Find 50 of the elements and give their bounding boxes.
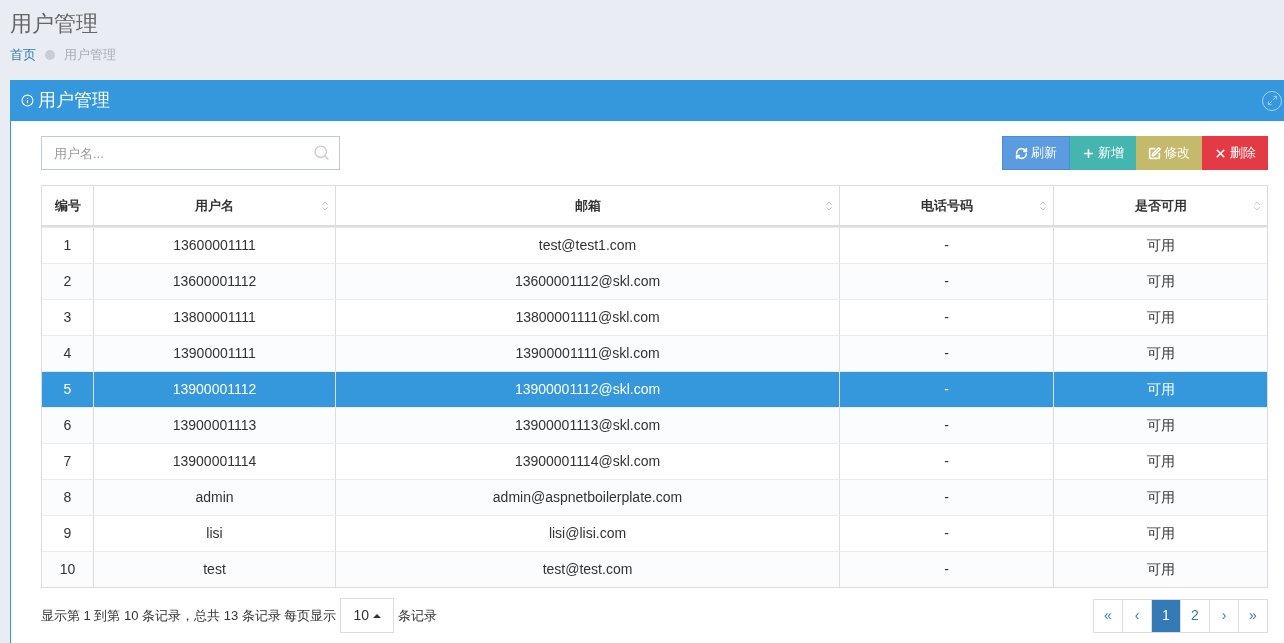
table-cell: -	[839, 552, 1053, 587]
close-icon	[1214, 146, 1227, 160]
column-header[interactable]: 用户名	[93, 186, 335, 225]
page-button[interactable]: ‹	[1122, 598, 1152, 633]
page-title: 用户管理	[10, 10, 98, 38]
table-row[interactable]: 2 13600001112 13600001112@skl.com - 可用	[42, 263, 1267, 299]
table-row[interactable]: 7 13900001114 13900001114@skl.com - 可用	[42, 443, 1267, 479]
page-size-dropdown[interactable]: 10	[340, 598, 394, 633]
table-cell-text: 3	[62, 308, 73, 327]
page-button[interactable]: »	[1238, 598, 1268, 633]
table-row[interactable]: 9 lisi lisi@lisi.com - 可用	[42, 515, 1267, 551]
search-icon	[313, 144, 330, 161]
table-row[interactable]: 10 test test@test.com - 可用	[42, 551, 1267, 587]
table-cell-text: 4	[62, 344, 73, 363]
table-cell-text: 2	[62, 272, 73, 291]
table-cell-text: 10	[58, 560, 77, 579]
table-row[interactable]: 4 13900001111 13900001111@skl.com - 可用	[42, 335, 1267, 371]
caret-icon	[373, 613, 381, 618]
refresh-icon	[1015, 146, 1028, 160]
table-cell-text: 6	[62, 416, 73, 435]
column-header[interactable]: 是否可用	[1053, 186, 1267, 225]
column-header[interactable]: 邮箱	[335, 186, 839, 225]
panel-title: 用户管理	[38, 89, 110, 112]
table-cell-text: 1	[62, 236, 73, 255]
info-icon	[21, 94, 34, 107]
search-field[interactable]: 用户名...	[41, 136, 340, 170]
column-header[interactable]: 电话号码	[839, 186, 1053, 225]
toolbar-button[interactable]: 删除	[1202, 136, 1268, 170]
table-cell-text: 5	[62, 380, 73, 399]
records-label: 条记录	[398, 606, 437, 625]
table-row[interactable]: 8 admin admin@aspnetboilerplate.com - 可用	[42, 479, 1267, 515]
bullet-icon	[45, 49, 55, 60]
record-summary: 显示第 1 到第 10 条记录，总共 13 条记录 每页显示	[41, 606, 337, 625]
table-cell-text: 9	[62, 524, 73, 543]
table-cell: 可用	[1053, 552, 1267, 587]
column-header[interactable]: 编号	[42, 186, 93, 225]
table-cell-text: 8	[62, 488, 73, 507]
page-button[interactable]: 1	[1151, 598, 1181, 633]
page-button[interactable]: 2	[1180, 598, 1210, 633]
edit-icon	[1148, 146, 1161, 160]
page-button[interactable]: «	[1093, 598, 1123, 633]
page-button[interactable]: ›	[1209, 598, 1239, 633]
table-cell-text: 7	[62, 452, 73, 471]
table-cell: test@test.com	[335, 552, 839, 587]
table-row[interactable]: 3 13800001111 13800001111@skl.com - 可用	[42, 299, 1267, 335]
table-row[interactable]: 6 13900001113 13900001113@skl.com - 可用	[42, 407, 1267, 443]
table-cell: test	[93, 552, 335, 587]
plus-icon	[1082, 146, 1095, 160]
breadcrumb-link[interactable]: 首页	[10, 45, 36, 65]
table-row[interactable]: 1 13600001111 test@test1.com - 可用	[42, 227, 1267, 263]
